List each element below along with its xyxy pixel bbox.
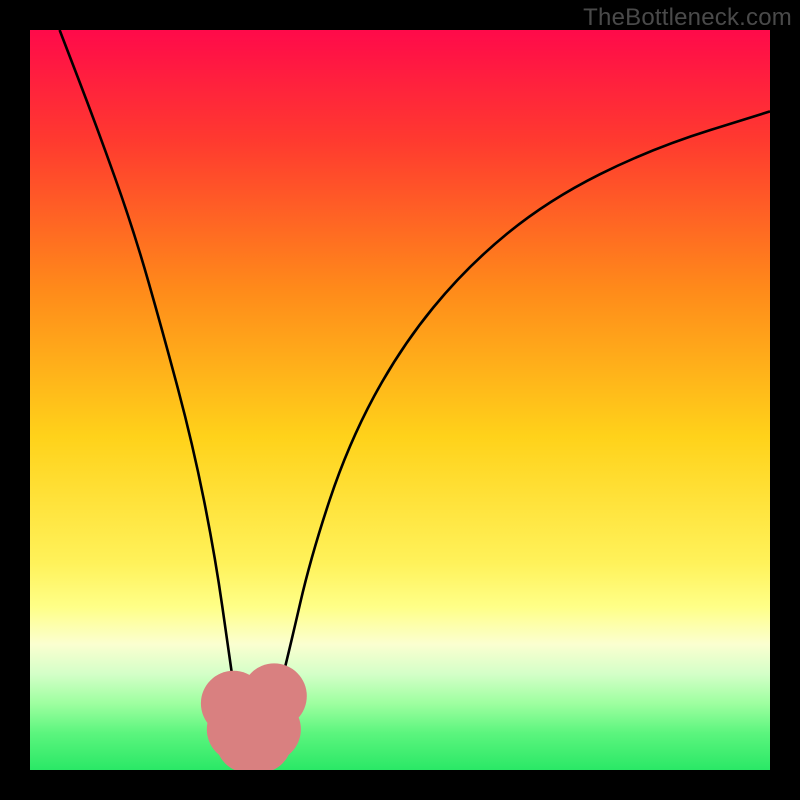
watermark-text: TheBottleneck.com	[583, 4, 792, 32]
chart-svg	[30, 30, 770, 770]
plot-area	[30, 30, 770, 770]
gradient-bg	[30, 30, 770, 770]
chart-frame: TheBottleneck.com	[0, 0, 800, 800]
marker-5	[242, 663, 307, 728]
